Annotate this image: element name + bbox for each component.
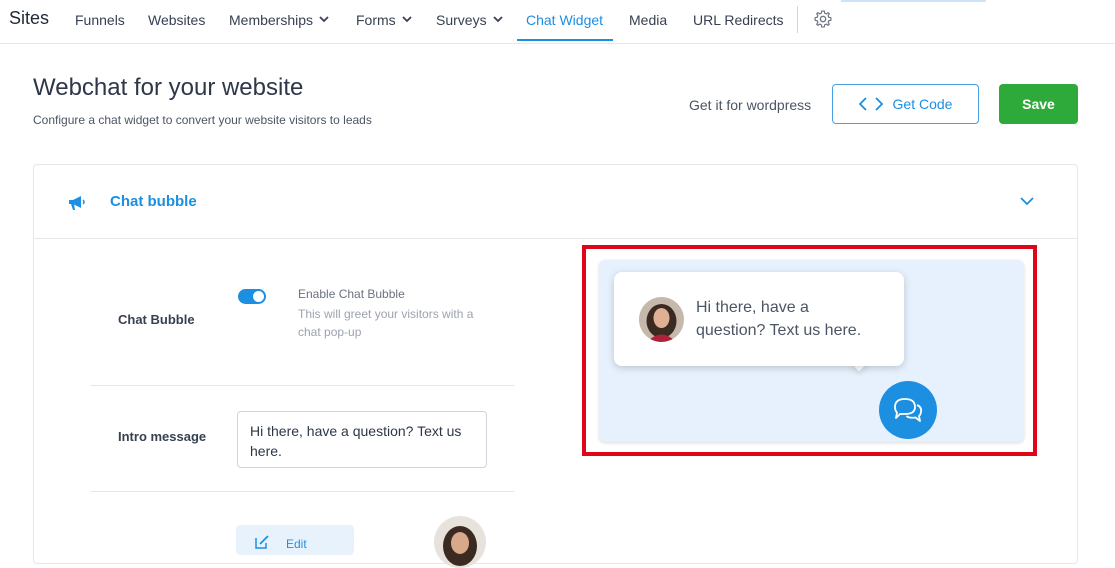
avatar bbox=[434, 516, 486, 568]
chat-bubble-card: Chat bubble Chat Bubble Enable Chat Bubb… bbox=[33, 164, 1078, 568]
toggle-description: This will greet your visitors with a cha… bbox=[298, 307, 474, 339]
toggle-title: Enable Chat Bubble bbox=[298, 287, 405, 301]
code-icon bbox=[858, 97, 883, 111]
active-tab-underline bbox=[517, 39, 613, 41]
chevron-down-icon bbox=[492, 16, 503, 23]
wordpress-link[interactable]: Get it for wordpress bbox=[689, 97, 811, 113]
nav-item-websites[interactable]: Websites bbox=[148, 12, 205, 28]
save-button[interactable]: Save bbox=[999, 84, 1078, 124]
page-title: Webchat for your website bbox=[33, 74, 304, 101]
intro-message-input[interactable]: Hi there, have a question? Text us here. bbox=[237, 411, 487, 468]
top-nav: Sites Funnels Websites Memberships Forms… bbox=[0, 0, 1115, 44]
bubble-message: Hi there, have a question? Text us here. bbox=[696, 299, 862, 339]
nav-label: Forms bbox=[356, 12, 396, 28]
chevron-down-icon bbox=[402, 16, 412, 23]
gear-icon[interactable] bbox=[813, 9, 833, 29]
nav-label: Funnels bbox=[75, 12, 125, 28]
chat-bubble-preview: Hi there, have a question? Text us here. bbox=[614, 272, 904, 366]
chat-bubble-label: Chat Bubble bbox=[118, 312, 195, 327]
widget-preview: Hi there, have a question? Text us here. bbox=[599, 260, 1024, 442]
chevron-down-icon bbox=[319, 16, 329, 23]
nav-label: Websites bbox=[148, 12, 206, 28]
divider bbox=[90, 491, 514, 492]
preview-highlight: Hi there, have a question? Text us here. bbox=[582, 245, 1037, 456]
edit-avatar-button[interactable]: Edit bbox=[236, 525, 354, 555]
page-subtitle: Configure a chat widget to convert your … bbox=[33, 113, 372, 127]
nav-label: Memberships bbox=[229, 12, 314, 28]
get-code-label: Get Code bbox=[892, 96, 953, 112]
nav-item-chat-widget[interactable]: Chat Widget bbox=[526, 12, 603, 28]
brand-title: Sites bbox=[9, 8, 50, 28]
nav-label: URL Redirects bbox=[693, 12, 784, 28]
get-code-button[interactable]: Get Code bbox=[832, 84, 979, 124]
nav-item-url-redirects[interactable]: URL Redirects bbox=[693, 12, 784, 28]
intro-message-label: Intro message bbox=[118, 429, 207, 444]
nav-item-media[interactable]: Media bbox=[629, 12, 667, 28]
accent-line bbox=[841, 0, 986, 2]
megaphone-icon bbox=[69, 196, 85, 210]
chat-bubbles-icon bbox=[894, 398, 923, 422]
edit-icon bbox=[255, 535, 269, 549]
chat-launcher-button[interactable] bbox=[879, 381, 937, 439]
nav-label: Surveys bbox=[436, 12, 487, 28]
nav-item-forms[interactable]: Forms bbox=[356, 12, 412, 28]
divider bbox=[90, 385, 514, 386]
nav-item-surveys[interactable]: Surveys bbox=[436, 12, 503, 28]
card-title: Chat bubble bbox=[110, 193, 197, 210]
nav-item-funnels[interactable]: Funnels bbox=[75, 12, 125, 28]
nav-label: Chat Widget bbox=[526, 12, 604, 28]
enable-chat-bubble-toggle[interactable] bbox=[238, 289, 266, 304]
nav-item-memberships[interactable]: Memberships bbox=[229, 12, 329, 28]
nav-label: Media bbox=[629, 12, 668, 28]
nav-divider bbox=[797, 6, 798, 33]
avatar bbox=[639, 297, 684, 342]
edit-label: Edit bbox=[286, 537, 307, 551]
card-header[interactable]: Chat bubble bbox=[34, 165, 1077, 239]
chevron-down-icon[interactable] bbox=[1019, 195, 1035, 207]
